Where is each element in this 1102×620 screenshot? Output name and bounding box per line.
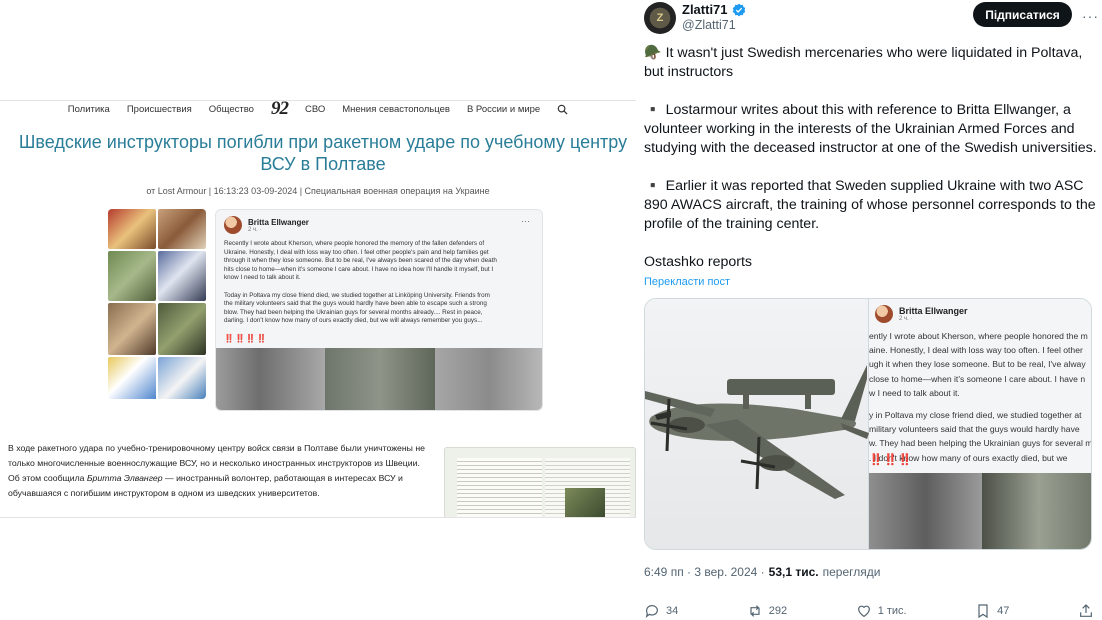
article-screenshot: Политика Происшествия Общество 92 СВО Мн… bbox=[0, 0, 636, 620]
reply-button[interactable]: 34 bbox=[644, 603, 678, 619]
search-icon[interactable] bbox=[557, 104, 568, 115]
fb-text-line: w I need to talk about it. bbox=[869, 387, 960, 398]
share-icon bbox=[1080, 604, 1092, 617]
nav-item-opinions[interactable]: Мнения севастопольцев bbox=[342, 104, 450, 115]
reply-count: 34 bbox=[666, 605, 679, 617]
fb-text-line: y in Poltava my close friend died, we st… bbox=[869, 410, 1082, 421]
fb-text-line: aine. Honestly, I deal with loss way too… bbox=[869, 345, 1083, 356]
article-page: Политика Происшествия Общество 92 СВО Мн… bbox=[0, 100, 636, 518]
collage-photo bbox=[108, 251, 156, 301]
repost-icon bbox=[750, 605, 760, 617]
fb-text-line: military volunteers said that the guys w… bbox=[869, 424, 1080, 435]
tweet-paragraph: ▪️ Lostarmour writes about this with ref… bbox=[644, 102, 1097, 156]
document-thumbnail bbox=[444, 447, 636, 517]
avatar bbox=[875, 305, 893, 323]
site-logo[interactable]: 92 bbox=[271, 101, 289, 120]
author-handle[interactable]: @Zlatti71 bbox=[682, 18, 736, 32]
like-count: 1 тис. bbox=[877, 605, 907, 617]
collage-photo bbox=[158, 251, 206, 301]
blurred-photo bbox=[982, 473, 1091, 549]
photo-collage bbox=[108, 209, 206, 399]
paragraph-name: Бритта Элвангер bbox=[86, 473, 163, 483]
fb-post-time: 2 ч. · bbox=[248, 226, 262, 233]
fb-post-header: Britta Ellwanger 2 ч. · bbox=[875, 305, 968, 323]
fb-author-name: Britta Ellwanger bbox=[899, 306, 968, 316]
avatar[interactable]: Z bbox=[644, 2, 676, 34]
nav-item-politics[interactable]: Политика bbox=[68, 104, 110, 115]
fb-text-line: ugh it when they lose someone. But to be… bbox=[869, 359, 1086, 370]
aircraft-illustration bbox=[645, 365, 869, 499]
bookmark-count: 47 bbox=[997, 605, 1010, 617]
fb-blurred-images bbox=[216, 348, 542, 410]
tweet-source: Ostashko reports bbox=[644, 254, 753, 270]
like-button[interactable]: 1 тис. bbox=[856, 603, 907, 619]
site-nav: Политика Происшествия Общество 92 СВО Мн… bbox=[0, 101, 636, 120]
tweet-meta: 6:49 пп · 3 вер. 2024 · 53,1 тис. перегл… bbox=[644, 565, 880, 579]
heart-icon bbox=[857, 605, 870, 618]
blurred-photo bbox=[325, 348, 435, 410]
views-count: 53,1 тис. bbox=[768, 565, 819, 579]
verified-badge-icon bbox=[732, 3, 745, 16]
tweet-timestamp[interactable]: 6:49 пп · 3 вер. 2024 · bbox=[644, 565, 765, 579]
document-page bbox=[457, 458, 542, 517]
blurred-photo bbox=[869, 473, 982, 549]
fb-text-line bbox=[869, 400, 1091, 408]
fb-post-text: ently I wrote about Kherson, where peopl… bbox=[869, 329, 1091, 465]
fb-blurred-images bbox=[869, 473, 1091, 549]
fb-text-line: w. They had been helping the Ukrainian g… bbox=[869, 438, 1091, 449]
author-name[interactable]: Zlatti71 bbox=[682, 2, 728, 17]
nav-item-russia-world[interactable]: В России и мире bbox=[467, 104, 540, 115]
nav-item-incidents[interactable]: Происшествия bbox=[127, 104, 192, 115]
nav-item-society[interactable]: Общество bbox=[209, 104, 254, 115]
fb-post-text: Recently I wrote about Kherson, where pe… bbox=[224, 240, 497, 325]
collage-photo bbox=[108, 209, 156, 249]
tweet-text: 🪖 It wasn't just Swedish mercenaries who… bbox=[644, 44, 1100, 272]
fb-post-emoji: ‼️‼️‼️‼️ bbox=[224, 334, 268, 343]
fb-text-line: close to home—when it's someone I care a… bbox=[869, 373, 1086, 384]
tweet-paragraph: ▪️ Earlier it was reported that Sweden s… bbox=[644, 178, 1096, 232]
avatar bbox=[224, 216, 242, 234]
bookmark-button[interactable]: 47 bbox=[975, 603, 1009, 619]
collage-photo bbox=[158, 209, 206, 249]
fb-post-emoji: ‼️‼️‼️ bbox=[869, 454, 914, 466]
repost-button[interactable]: 292 bbox=[747, 603, 787, 619]
bookmark-icon bbox=[978, 604, 988, 619]
aircraft-photo[interactable] bbox=[645, 299, 869, 549]
fb-author-name: Britta Ellwanger bbox=[248, 217, 309, 227]
article-headline: Шведские инструкторы погибли при ракетно… bbox=[18, 132, 628, 174]
tweet-media[interactable]: Britta Ellwanger 2 ч. · ently I wrote ab… bbox=[644, 298, 1092, 550]
more-options-icon[interactable]: ··· bbox=[1082, 8, 1099, 24]
facebook-post-screenshot: Britta Ellwanger 2 ч. · ··· Recently I w… bbox=[215, 209, 543, 411]
tweet-actions: 34 292 1 тис. 47 bbox=[644, 601, 1094, 620]
collage-photo bbox=[158, 357, 206, 399]
share-button[interactable] bbox=[1078, 603, 1094, 619]
tweet: Z Zlatti71 @Zlatti71 Підписатися ··· 🪖 I… bbox=[636, 0, 1102, 620]
blurred-photo bbox=[434, 348, 542, 410]
facebook-post-screenshot: Britta Ellwanger 2 ч. · ently I wrote ab… bbox=[869, 299, 1091, 549]
nav-item-svo[interactable]: СВО bbox=[305, 104, 325, 115]
reply-icon bbox=[645, 605, 658, 618]
fb-post-time: 2 ч. · bbox=[899, 316, 913, 322]
document-photo bbox=[565, 488, 605, 517]
tweet-author[interactable]: Zlatti71 bbox=[682, 2, 746, 17]
tweet-paragraph: 🪖 It wasn't just Swedish mercenaries who… bbox=[644, 45, 1083, 80]
follow-button[interactable]: Підписатися bbox=[973, 2, 1072, 27]
blurred-photo bbox=[216, 348, 326, 410]
repost-count: 292 bbox=[768, 605, 788, 617]
collage-photo bbox=[108, 357, 156, 399]
article-byline: от Lost Armour | 16:13:23 03-09-2024 | С… bbox=[146, 186, 490, 196]
fb-text-line: ently I wrote about Kherson, where peopl… bbox=[869, 331, 1088, 341]
translate-post-link[interactable]: Перекласти пост bbox=[644, 276, 730, 288]
fb-post-header: Britta Ellwanger 2 ч. · bbox=[224, 216, 309, 234]
article-paragraph: В ходе ракетного удара по учебно-трениро… bbox=[8, 441, 428, 501]
collage-photo bbox=[158, 303, 206, 355]
more-icon: ··· bbox=[521, 216, 530, 226]
collage-photo bbox=[108, 303, 156, 355]
views-label: перегляди bbox=[822, 565, 881, 579]
